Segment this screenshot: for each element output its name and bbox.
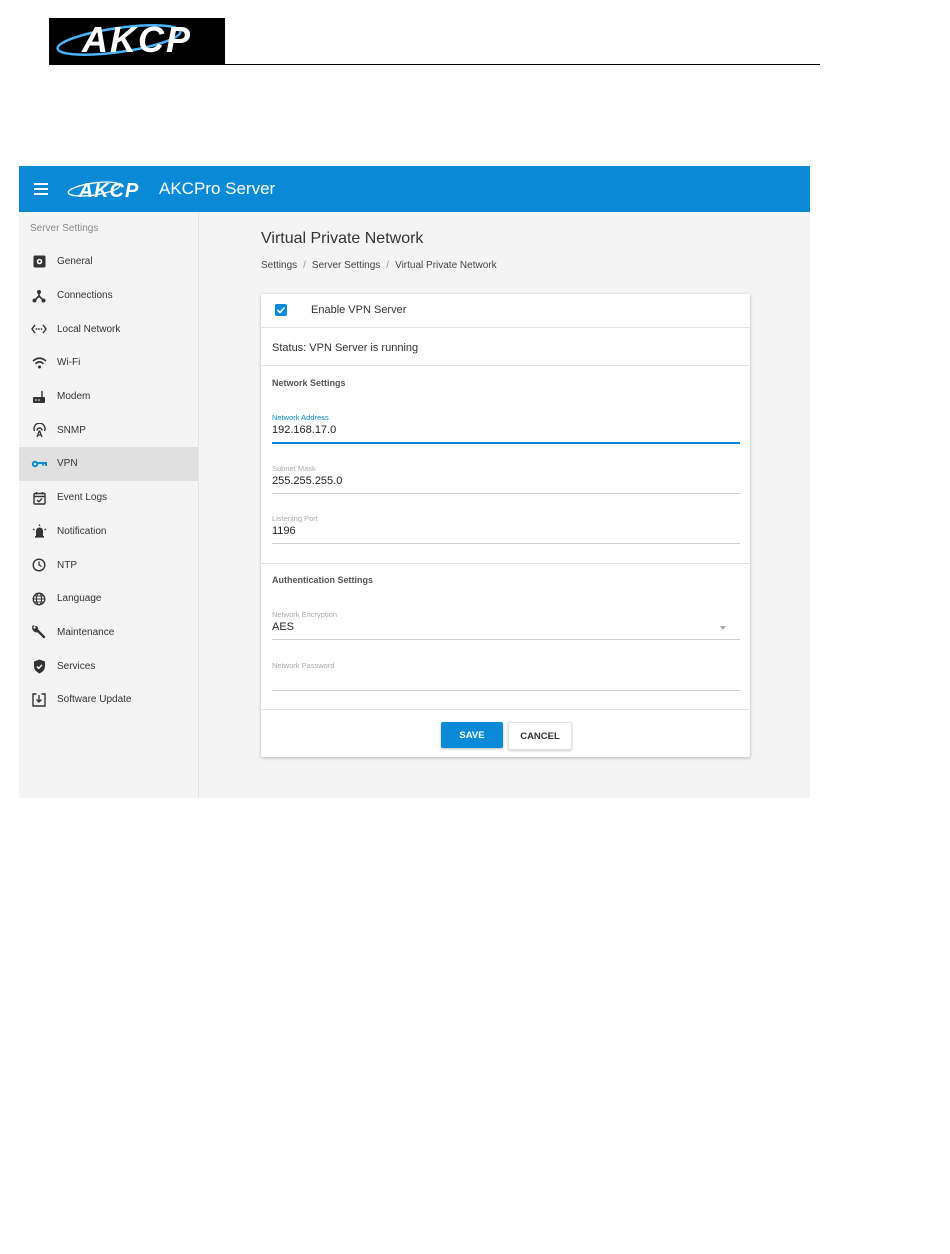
local-network-icon xyxy=(31,321,47,337)
document-header-rule xyxy=(49,64,820,65)
network-address-label: Network Address xyxy=(272,413,329,422)
connections-icon xyxy=(31,288,47,304)
divider xyxy=(261,365,750,366)
network-password-label: Network Password xyxy=(272,661,335,670)
breadcrumb-separator: / xyxy=(386,260,390,271)
app-title: AKCPro Server xyxy=(159,179,276,198)
vpn-settings-card: Enable VPN Server Status: VPN Server is … xyxy=(261,294,750,757)
divider xyxy=(261,563,750,564)
network-password-field: Network Password xyxy=(272,661,740,691)
breadcrumb-separator: / xyxy=(303,260,306,271)
svg-text:AKCP: AKCP xyxy=(78,180,140,201)
wifi-icon xyxy=(31,355,47,371)
listening-port-input[interactable]: 1196 xyxy=(272,525,740,544)
network-settings-title: Network Settings xyxy=(272,378,346,388)
globe-icon xyxy=(31,591,47,607)
divider xyxy=(261,709,750,710)
enable-vpn-label: Enable VPN Server xyxy=(311,304,407,316)
sidebar-item-ntp[interactable]: NTP xyxy=(19,548,198,582)
sidebar-item-services[interactable]: Services xyxy=(19,649,198,683)
sidebar-item-label: Wi-Fi xyxy=(57,357,81,369)
sidebar-item-wifi[interactable]: Wi-Fi xyxy=(19,346,198,380)
wrench-icon xyxy=(31,624,47,640)
shield-check-icon xyxy=(31,658,47,674)
akcp-app-logo: AKCP xyxy=(64,177,154,206)
sidebar-item-label: Language xyxy=(57,593,102,605)
breadcrumb: Settings / Server Settings / Virtual Pri… xyxy=(261,260,497,271)
network-encryption-value: AES xyxy=(272,621,295,633)
download-box-icon xyxy=(31,692,47,708)
sidebar-item-label: General xyxy=(57,256,93,268)
sidebar: Server Settings General Connections Loca… xyxy=(19,212,199,798)
network-password-input[interactable] xyxy=(272,672,740,691)
network-encryption-select[interactable]: AES xyxy=(272,621,740,640)
sidebar-item-label: Modem xyxy=(57,391,91,403)
svg-text:AKCP: AKCP xyxy=(81,19,192,60)
gear-icon xyxy=(31,254,47,270)
modem-icon xyxy=(31,389,47,405)
sidebar-item-language[interactable]: Language xyxy=(19,582,198,616)
breadcrumb-link-settings[interactable]: Settings xyxy=(261,260,297,271)
sidebar-item-connections[interactable]: Connections xyxy=(19,279,198,313)
page-title: Virtual Private Network xyxy=(261,230,424,247)
save-button[interactable]: SAVE xyxy=(441,722,503,748)
sidebar-item-notification[interactable]: Notification xyxy=(19,515,198,549)
network-encryption-label: Network Encryption xyxy=(272,610,338,619)
cancel-button[interactable]: CANCEL xyxy=(508,722,572,750)
app-window: AKCP AKCPro Server Server Settings Gener… xyxy=(19,166,810,798)
network-address-field: Network Address 192.168.17.0 xyxy=(272,413,740,444)
sidebar-item-software-update[interactable]: Software Update xyxy=(19,683,198,717)
divider xyxy=(261,327,750,328)
network-encryption-field: Network Encryption AES xyxy=(272,610,740,640)
sidebar-item-general[interactable]: General xyxy=(19,245,198,279)
breadcrumb-current: Virtual Private Network xyxy=(395,260,497,271)
sidebar-heading: Server Settings xyxy=(30,223,99,234)
subnet-mask-label: Subnet Mask xyxy=(272,464,316,473)
menu-icon[interactable] xyxy=(34,183,48,195)
subnet-mask-field: Subnet Mask 255.255.255.0 xyxy=(272,464,740,494)
alarm-icon xyxy=(31,523,47,539)
clock-icon xyxy=(31,557,47,573)
sidebar-item-snmp[interactable]: SNMP xyxy=(19,413,198,447)
main-content: Virtual Private Network Settings / Serve… xyxy=(199,212,810,798)
sidebar-item-event-logs[interactable]: Event Logs xyxy=(19,481,198,515)
dropdown-arrow-icon xyxy=(720,626,726,630)
sidebar-item-label: Notification xyxy=(57,525,107,537)
sidebar-nav: General Connections Local Network Wi-Fi xyxy=(19,245,198,717)
top-app-bar: AKCP AKCPro Server xyxy=(19,166,810,212)
enable-vpn-checkbox[interactable] xyxy=(275,304,287,316)
sidebar-item-modem[interactable]: Modem xyxy=(19,380,198,414)
calendar-check-icon xyxy=(31,490,47,506)
key-icon xyxy=(31,456,47,472)
sidebar-item-local-network[interactable]: Local Network xyxy=(19,312,198,346)
breadcrumb-link-server-settings[interactable]: Server Settings xyxy=(312,260,380,271)
subnet-mask-input[interactable]: 255.255.255.0 xyxy=(272,475,740,494)
vpn-status-text: Status: VPN Server is running xyxy=(272,342,419,354)
sidebar-item-label: Services xyxy=(57,660,96,672)
akcp-document-logo: AKCP xyxy=(49,18,225,64)
sidebar-item-label: Local Network xyxy=(57,323,121,335)
sidebar-item-label: Connections xyxy=(57,290,113,302)
sidebar-item-label: Maintenance xyxy=(57,626,115,638)
sidebar-item-label: SNMP xyxy=(57,424,86,436)
sidebar-item-label: Event Logs xyxy=(57,492,108,504)
sidebar-item-vpn[interactable]: VPN xyxy=(19,447,198,481)
sidebar-item-label: VPN xyxy=(57,458,78,470)
authentication-settings-title: Authentication Settings xyxy=(272,575,373,585)
network-address-input[interactable]: 192.168.17.0 xyxy=(272,424,740,444)
sidebar-item-maintenance[interactable]: Maintenance xyxy=(19,616,198,650)
snmp-icon xyxy=(31,422,47,438)
sidebar-item-label: NTP xyxy=(57,559,77,571)
listening-port-label: Listening Port xyxy=(272,514,318,523)
sidebar-item-label: Software Update xyxy=(57,694,132,706)
listening-port-field: Listening Port 1196 xyxy=(272,514,740,544)
